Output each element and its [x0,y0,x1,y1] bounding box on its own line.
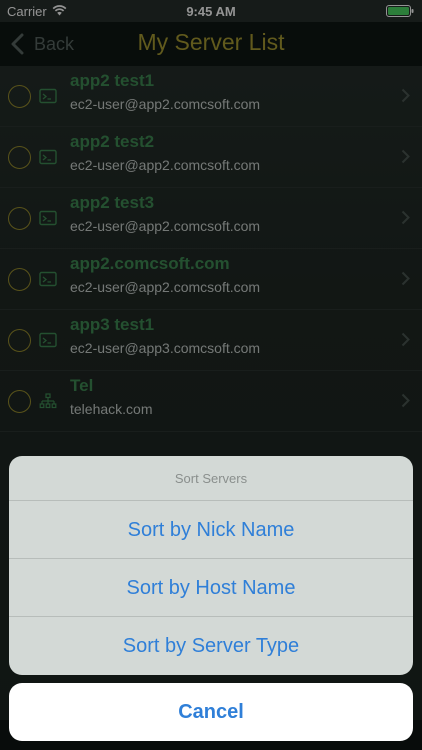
cancel-button[interactable]: Cancel [9,683,413,741]
action-sheet-title: Sort Servers [9,456,413,501]
sort-by-server-type-button[interactable]: Sort by Server Type [9,617,413,675]
sort-action-sheet: Sort Servers Sort by Nick Name Sort by H… [9,456,413,675]
sort-by-host-name-button[interactable]: Sort by Host Name [9,559,413,617]
sort-by-nick-name-button[interactable]: Sort by Nick Name [9,501,413,559]
